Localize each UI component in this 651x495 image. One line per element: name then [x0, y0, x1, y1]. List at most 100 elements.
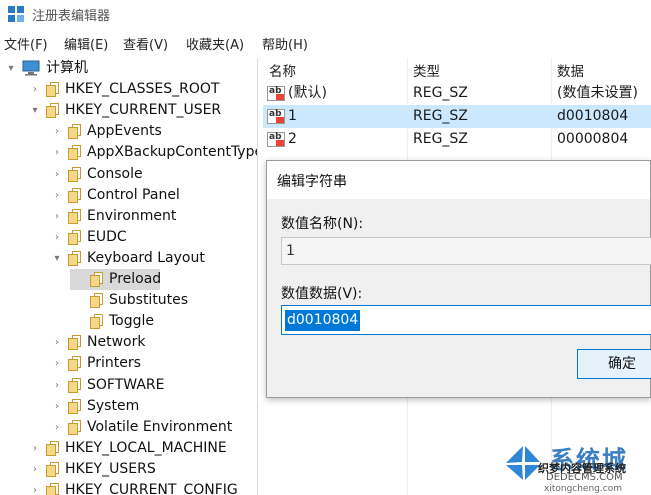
tree-node[interactable]: › EUDC	[0, 227, 257, 248]
folder-icon	[90, 314, 104, 329]
folder-icon	[46, 462, 60, 477]
column-data[interactable]: 数据	[557, 60, 584, 80]
value-type: REG_SZ	[413, 108, 468, 124]
tree-label: Printers	[87, 355, 141, 371]
chevron-right-icon[interactable]: ›	[52, 121, 62, 142]
chevron-right-icon[interactable]: ›	[52, 206, 62, 227]
tree-node[interactable]: › SOFTWARE	[0, 375, 257, 396]
folder-icon	[90, 293, 104, 308]
menu-edit[interactable]: 编辑(E)	[64, 34, 108, 53]
chevron-right-icon[interactable]: ›	[52, 227, 62, 248]
chevron-right-icon[interactable]: ›	[52, 142, 62, 163]
column-name[interactable]: 名称	[269, 60, 296, 80]
watermark-line2: DEDECMS.COM	[546, 472, 623, 483]
chevron-down-icon[interactable]: ▾	[30, 100, 40, 121]
folder-icon	[46, 103, 60, 118]
chevron-right-icon[interactable]: ›	[30, 480, 40, 495]
chevron-right-icon[interactable]: ›	[30, 459, 40, 480]
folder-icon	[68, 167, 82, 182]
tree-label: SOFTWARE	[87, 377, 165, 393]
tree-label: Toggle	[109, 313, 155, 329]
tree-label: Environment	[87, 208, 177, 224]
folder-icon	[46, 483, 60, 495]
tree-label: Network	[87, 334, 146, 350]
tree-node[interactable]: › System	[0, 396, 257, 417]
computer-icon	[22, 60, 40, 76]
folder-icon	[68, 335, 82, 350]
value-name-field: 1	[281, 237, 651, 265]
chevron-right-icon[interactable]: ›	[52, 396, 62, 417]
tree-node[interactable]: Preload	[70, 269, 162, 290]
value-data-input[interactable]: d0010804	[281, 305, 651, 335]
tree-node[interactable]: › Environment	[0, 206, 257, 227]
tree-label: Substitutes	[109, 292, 189, 308]
tree-node-computer[interactable]: ▾ 计算机	[0, 58, 257, 79]
folder-icon	[68, 420, 82, 435]
chevron-down-icon[interactable]: ▾	[52, 248, 62, 269]
folder-icon	[68, 188, 82, 203]
chevron-right-icon[interactable]: ›	[30, 79, 40, 100]
tree-node[interactable]: ▾ Keyboard Layout	[0, 248, 257, 269]
tree-label: HKEY_CURRENT_USER	[65, 102, 222, 118]
value-data: (数值未设置)	[557, 85, 638, 101]
chevron-right-icon[interactable]: ›	[52, 375, 62, 396]
value-name: 1	[288, 108, 297, 124]
chevron-right-icon[interactable]: ›	[52, 353, 62, 374]
string-value-icon: ab	[267, 132, 285, 147]
title-bar: 注册表编辑器	[0, 0, 651, 28]
edit-string-dialog: 编辑字符串 数值名称(N): 1 数值数据(V): d0010804 确定	[266, 160, 651, 398]
tree-node[interactable]: › Printers	[0, 353, 257, 374]
tree-label: Preload	[109, 271, 162, 287]
value-name: 2	[288, 131, 297, 147]
menu-favorites[interactable]: 收藏夹(A)	[186, 34, 244, 53]
tree-node[interactable]: › AppEvents	[0, 121, 257, 142]
tree-label: HKEY_CURRENT_CONFIG	[65, 482, 238, 495]
menu-help[interactable]: 帮助(H)	[262, 34, 308, 53]
list-row[interactable]: ab (默认) REG_SZ (数值未设置)	[263, 82, 651, 105]
menu-file[interactable]: 文件(F)	[4, 34, 48, 53]
tree-node[interactable]: › HKEY_LOCAL_MACHINE	[0, 438, 257, 459]
chevron-right-icon[interactable]: ›	[52, 332, 62, 353]
tree-label: Keyboard Layout	[87, 250, 205, 266]
value-data: d0010804	[557, 108, 629, 124]
dialog-title-bar[interactable]: 编辑字符串	[267, 161, 650, 199]
tree-label: HKEY_LOCAL_MACHINE	[65, 440, 227, 456]
chevron-right-icon[interactable]: ›	[52, 164, 62, 185]
tree-node[interactable]: Substitutes	[0, 290, 257, 311]
window-title: 注册表编辑器	[32, 9, 111, 24]
chevron-right-icon[interactable]: ›	[52, 185, 62, 206]
folder-icon	[68, 145, 82, 160]
list-row[interactable]: ab 2 REG_SZ 00000804	[263, 128, 651, 151]
tree-label: Volatile Environment	[87, 419, 233, 435]
ok-button[interactable]: 确定	[577, 349, 651, 379]
tree-label: HKEY_USERS	[65, 461, 156, 477]
tree-label: System	[87, 398, 140, 414]
tree-node[interactable]: Toggle	[0, 311, 257, 332]
registry-editor-icon	[8, 6, 24, 22]
tree-node[interactable]: › HKEY_CLASSES_ROOT	[0, 79, 257, 100]
tree-node[interactable]: › Network	[0, 332, 257, 353]
value-name-label: 数值名称(N):	[281, 216, 364, 232]
chevron-right-icon[interactable]: ›	[52, 417, 62, 438]
dialog-title: 编辑字符串	[277, 174, 347, 190]
folder-icon	[68, 209, 82, 224]
list-row-selected[interactable]: ab 1 REG_SZ d0010804	[263, 105, 651, 128]
tree-node[interactable]: › HKEY_USERS	[0, 459, 257, 480]
tree-label: Console	[87, 166, 143, 182]
tree-node[interactable]: › HKEY_CURRENT_CONFIG	[0, 480, 257, 495]
menu-bar: 文件(F) 编辑(E) 查看(V) 收藏夹(A) 帮助(H)	[0, 32, 651, 54]
tree-node[interactable]: › AppXBackupContentType	[0, 142, 257, 163]
registry-tree[interactable]: ▾ 计算机 › HKEY_CLASSES_ROOT ▾ HKEY_CURRENT_US…	[0, 58, 258, 495]
column-type[interactable]: 类型	[413, 60, 440, 80]
tree-node[interactable]: › Control Panel	[0, 185, 257, 206]
tree-label: EUDC	[87, 229, 127, 245]
menu-view[interactable]: 查看(V)	[123, 34, 168, 53]
tree-node[interactable]: › Volatile Environment	[0, 417, 257, 438]
tree-node[interactable]: › Console	[0, 164, 257, 185]
value-type: REG_SZ	[413, 131, 468, 147]
chevron-down-icon[interactable]: ▾	[6, 58, 16, 79]
tree-node[interactable]: ▾ HKEY_CURRENT_USER	[0, 100, 257, 121]
folder-icon	[68, 230, 82, 245]
tree-label: 计算机	[46, 60, 88, 76]
chevron-right-icon[interactable]: ›	[30, 438, 40, 459]
